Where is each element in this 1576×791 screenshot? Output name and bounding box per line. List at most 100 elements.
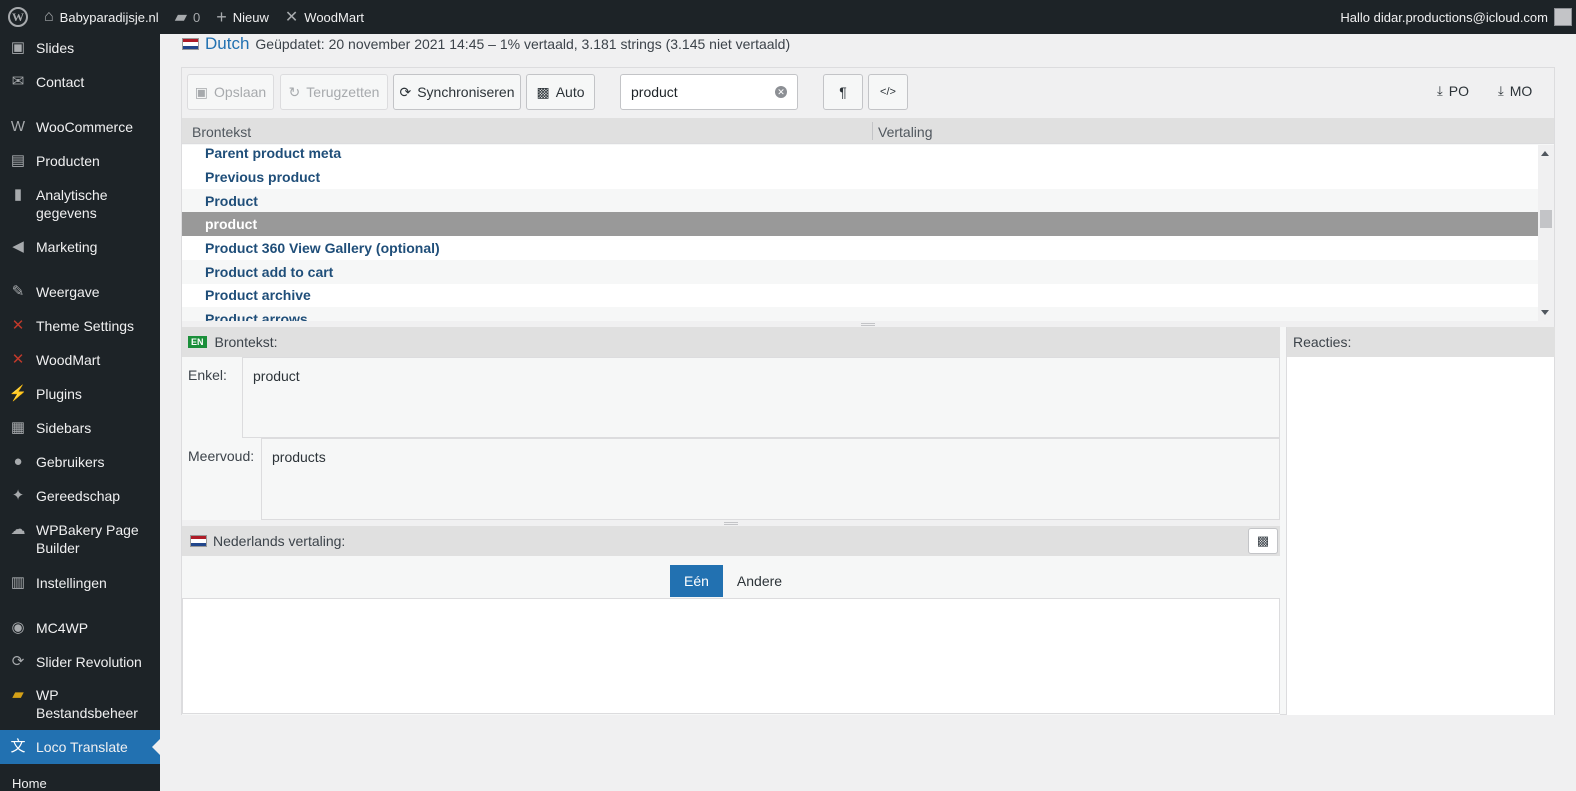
sidebar-item-sidebars[interactable]: ▦ Sidebars — [0, 419, 160, 437]
comments-header: Reacties: — [1287, 327, 1555, 357]
sidebar-item-producten[interactable]: ▤ Producten — [0, 152, 160, 170]
sidebar-item-label: Slider Revolution — [36, 654, 142, 670]
dutch-flag-icon — [182, 38, 199, 50]
submenu-home[interactable]: Home — [12, 776, 47, 791]
plural-value: products — [272, 449, 326, 465]
slides-icon: ▣ — [10, 39, 26, 56]
sync-button[interactable]: ⟳ Synchroniseren — [393, 74, 521, 110]
sidebar-item-weergave[interactable]: ✎ Weergave — [0, 283, 160, 301]
sidebar-item-label: WoodMart — [36, 352, 101, 368]
revert-button[interactable]: ↻ Terugzetten — [280, 74, 388, 110]
sidebar-item-label: Gereedschap — [36, 488, 121, 504]
sidebar-item-marketing[interactable]: ◀ Marketing — [0, 238, 160, 256]
language-link[interactable]: Dutch — [205, 34, 249, 54]
mail-icon: ✉ — [11, 73, 25, 90]
column-translation[interactable]: Vertaling — [878, 124, 932, 140]
sidebar-item-label: Gebruikers — [36, 454, 105, 470]
sidebar-item-label: Theme Settings — [36, 318, 135, 334]
list-item-selected[interactable]: product — [182, 212, 1538, 236]
file-status: Dutch Geüpdatet: 20 november 2021 14:45 … — [182, 34, 790, 54]
list-item[interactable]: Product archive — [182, 283, 1538, 307]
search-input[interactable]: product ✕ — [620, 74, 798, 110]
scroll-down-icon[interactable] — [1541, 310, 1549, 315]
sidebar-item-gereedschap[interactable]: ✦ Gereedschap — [0, 487, 160, 505]
list-item[interactable]: Previous product — [182, 165, 1538, 189]
sync-label: Synchroniseren — [417, 84, 515, 100]
pilcrow-label: ¶ — [839, 84, 847, 100]
woodmart-x-icon: ✕ — [11, 317, 25, 334]
sidebar-item-slides[interactable]: ▣ Slides — [0, 39, 160, 57]
sidebar-item-gebruikers[interactable]: ● Gebruikers — [0, 453, 160, 471]
scroll-thumb[interactable] — [1540, 210, 1552, 228]
auto-translate-button[interactable]: ▩ Auto — [526, 74, 595, 110]
singular-label: Enkel: — [188, 367, 227, 383]
auto-translate-robot-button[interactable]: ▩ — [1248, 528, 1278, 554]
sidebar-item-woocommerce[interactable]: W WooCommerce — [0, 118, 160, 136]
sidebar-item-label: Slides — [36, 40, 75, 56]
sidebar-item-label: Plugins — [36, 386, 82, 402]
download-icon: ⤓ — [1498, 83, 1504, 98]
list-header: Brontekst Vertaling — [182, 118, 1554, 144]
sync-icon: ⟳ — [399, 83, 412, 100]
download-mo-button[interactable]: ⤓ MO — [1498, 83, 1532, 99]
toggle-invisibles-button[interactable]: ¶ — [823, 74, 863, 110]
list-item[interactable]: Product add to cart — [182, 260, 1538, 284]
save-button[interactable]: ▣ Opslaan — [187, 74, 274, 110]
clear-search-icon[interactable]: ✕ — [775, 86, 787, 98]
site-name: Babyparadijsje.nl — [59, 9, 159, 25]
list-item[interactable]: Parent product meta — [182, 145, 1538, 165]
translation-textarea[interactable] — [182, 598, 1280, 714]
wordpress-logo-icon: W — [8, 7, 28, 27]
list-scrollbar[interactable] — [1538, 145, 1554, 321]
sidebar-item-label: WooCommerce — [36, 119, 133, 135]
woodmart-link[interactable]: ✕ WoodMart — [277, 0, 372, 34]
language-badge: EN — [188, 336, 207, 348]
sidebar-item-wp-bestandsbeheer[interactable]: ▰ WP Bestandsbeheer — [0, 686, 160, 722]
sidebar-item-instellingen[interactable]: ▥ Instellingen — [0, 574, 160, 592]
list-item[interactable]: Product — [182, 189, 1538, 213]
scroll-up-icon[interactable] — [1541, 151, 1549, 156]
sidebar-item-label: Analytische gegevens — [36, 187, 108, 221]
account-menu[interactable]: Hallo didar.productions@icloud.com — [1340, 8, 1576, 26]
woodmart-x-icon: ✕ — [11, 351, 25, 368]
toggle-code-button[interactable]: </> — [868, 74, 908, 110]
column-source[interactable]: Brontekst — [192, 124, 251, 140]
sidebar-item-plugins[interactable]: ⚡ Plugins — [0, 385, 160, 403]
plural-source-text: products — [261, 438, 1280, 520]
wpbakery-icon: ☁ — [10, 521, 26, 538]
admin-bar: W ⌂ Babyparadijsje.nl ▰ 0 + Nieuw ✕ Wood… — [0, 0, 1576, 34]
sidebar-item-woodmart[interactable]: ✕ WoodMart — [0, 351, 160, 369]
string-list: Parent product meta Previous product Pro… — [182, 145, 1554, 321]
download-po-button[interactable]: ⤓ PO — [1437, 83, 1469, 99]
translation-header: Nederlands vertaling: ▩ — [182, 526, 1280, 556]
robot-icon: ▩ — [536, 83, 550, 100]
wordpress-logo-button[interactable]: W — [0, 0, 36, 34]
comments-link[interactable]: ▰ 0 — [167, 0, 209, 34]
new-content-link[interactable]: + Nieuw — [208, 0, 277, 34]
dutch-flag-icon — [190, 535, 207, 547]
admin-sidebar: ▣ Slides ✉ Contact W WooCommerce ▤ Producten… — [0, 34, 160, 791]
column-divider[interactable] — [872, 122, 873, 140]
sidebar-item-mc4wp[interactable]: ◉ MC4WP — [0, 619, 160, 637]
plural-tabs: Eén Andere — [670, 565, 797, 597]
source-panel-header: EN Brontekst: — [182, 327, 1280, 357]
sidebar-item-theme-settings[interactable]: ✕ Theme Settings — [0, 317, 160, 335]
sidebar-item-label: Loco Translate — [36, 739, 128, 755]
editor-toolbar: ▣ Opslaan ↻ Terugzetten ⟳ Synchroniseren ▩ A… — [182, 68, 1554, 118]
sidebar-item-label: Marketing — [36, 239, 98, 255]
sidebar-item-analytics[interactable]: ▮ Analytische gegevens — [0, 186, 160, 222]
sidebar-item-label: Sidebars — [36, 420, 92, 436]
revert-label: Terugzetten — [306, 84, 380, 100]
sidebar-item-wpbakery[interactable]: ☁ WPBakery Page Builder — [0, 521, 160, 557]
save-icon: ▣ — [194, 83, 209, 100]
list-item[interactable]: Product 360 View Gallery (optional) — [182, 236, 1538, 260]
tab-plural[interactable]: Andere — [722, 565, 797, 597]
sidebar-item-slider-revolution[interactable]: ⟳ Slider Revolution — [0, 653, 160, 671]
sidebar-item-label: WP Bestandsbeheer — [36, 687, 138, 721]
tab-singular[interactable]: Eén — [670, 565, 723, 597]
list-item[interactable]: Product arrows — [182, 307, 1538, 321]
sidebar-item-label: WPBakery Page Builder — [36, 522, 139, 556]
site-name-link[interactable]: ⌂ Babyparadijsje.nl — [36, 0, 167, 34]
sidebar-item-loco-translate[interactable]: 文 Loco Translate — [0, 730, 160, 764]
sidebar-item-contact[interactable]: ✉ Contact — [0, 73, 160, 91]
